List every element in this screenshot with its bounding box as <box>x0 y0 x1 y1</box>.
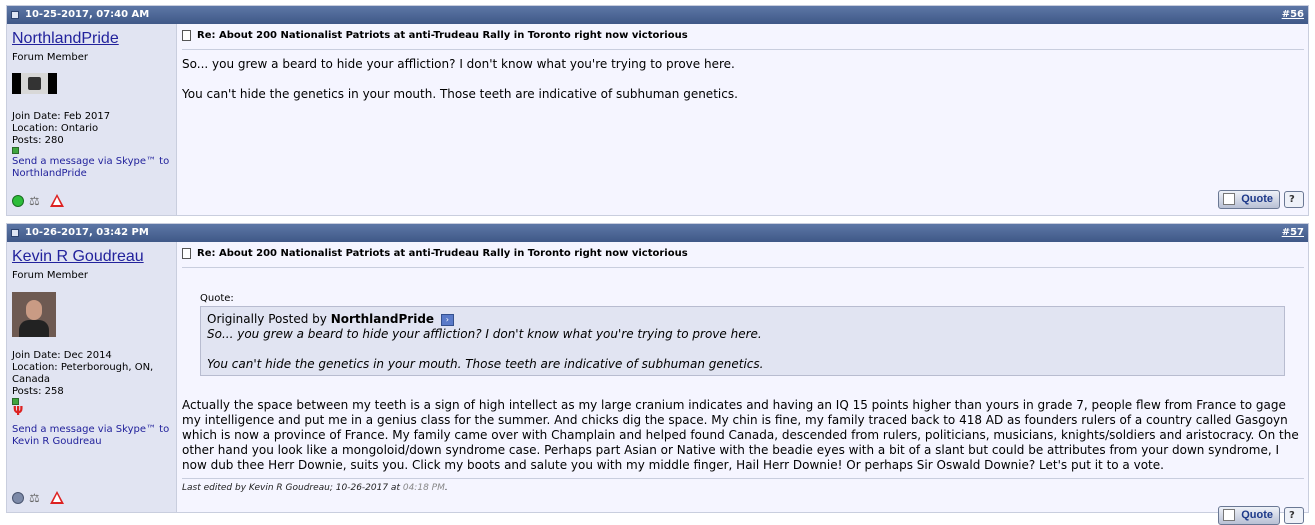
quote-button[interactable]: Quote <box>1218 190 1280 209</box>
reputation-icon[interactable]: ⚖ <box>29 195 45 207</box>
post-document-icon <box>182 248 191 259</box>
post-body-line: now dub thee Herr Downie, suits you. Cli… <box>182 458 1164 472</box>
user-sidebar: Kevin R Goudreau Forum Member Join Date:… <box>7 242 177 512</box>
post-content: Re: About 200 Nationalist Patriots at an… <box>177 242 1308 525</box>
divider <box>182 267 1304 268</box>
last-edited-note: Last edited by Kevin R Goudreau; 10-26-2… <box>182 483 448 493</box>
skype-link-line1: Send a message via Skype™ to <box>12 424 170 435</box>
user-sidebar: NorthlandPride Forum Member Join Date: F… <box>7 24 177 215</box>
post-body-line: You can't hide the genetics in your mout… <box>182 87 738 101</box>
avatar[interactable] <box>12 73 57 94</box>
report-post-icon[interactable] <box>50 491 64 504</box>
skype-link-line1: Send a message via Skype™ to <box>12 156 170 167</box>
post-date: 10-25-2017, 07:40 AM <box>25 9 150 20</box>
quote-pen-icon <box>1223 509 1236 521</box>
post-count: Posts: 280 <box>12 135 64 146</box>
post-title: Re: About 200 Nationalist Patriots at an… <box>182 30 688 41</box>
post-header: 10-26-2017, 03:42 PM #57 <box>7 224 1308 242</box>
divider <box>182 49 1304 50</box>
join-date: Join Date: Dec 2014 <box>12 350 112 361</box>
user-title: Forum Member <box>12 52 89 63</box>
post-buttons: Quote ? <box>1218 190 1304 209</box>
post-57: 10-26-2017, 03:42 PM #57 Kevin R Goudrea… <box>6 223 1309 525</box>
quote-box: Originally Posted by NorthlandPride › So… <box>200 306 1285 376</box>
post-number-link[interactable]: #56 <box>1282 6 1304 24</box>
post-icon <box>11 11 19 19</box>
user-icons: ⚖ <box>12 491 64 504</box>
post-body-line: So... you grew a beard to hide your affl… <box>182 57 735 71</box>
post-body-line: my intelligence and put me in a genius c… <box>182 413 1288 427</box>
reputation-icon[interactable]: ⚖ <box>29 492 45 504</box>
skype-link-line2: Kevin R Goudreau <box>12 436 102 447</box>
divider <box>182 478 1304 479</box>
post-title: Re: About 200 Nationalist Patriots at an… <box>182 248 688 259</box>
skype-link[interactable]: Send a message via Skype™ to Kevin R Gou… <box>12 424 169 448</box>
location: Location: Peterborough, ON, <box>12 362 154 373</box>
username-link[interactable]: NorthlandPride <box>12 30 119 48</box>
user-title: Forum Member <box>12 270 89 281</box>
post-count: Posts: 258 <box>12 386 64 397</box>
multi-quote-icon: ? <box>1289 510 1295 521</box>
skype-link[interactable]: Send a message via Skype™ to NorthlandPr… <box>12 156 169 180</box>
location-continued: Canada <box>12 374 51 385</box>
post-body-line: which is now a province of France. My fa… <box>182 428 1299 442</box>
quote-header: Originally Posted by NorthlandPride › <box>207 312 454 326</box>
avatar[interactable] <box>12 292 56 337</box>
online-status-icon <box>12 194 24 207</box>
skype-link-line2: NorthlandPride <box>12 168 87 179</box>
quote-button[interactable]: Quote <box>1218 506 1280 525</box>
post-document-icon <box>182 30 191 41</box>
multi-quote-icon: ? <box>1289 194 1295 205</box>
report-post-icon[interactable] <box>50 194 64 207</box>
join-date: Join Date: Feb 2017 <box>12 111 111 122</box>
multi-quote-button[interactable]: ? <box>1284 507 1304 524</box>
post-icon <box>11 229 19 237</box>
quote-author: NorthlandPride <box>330 312 435 326</box>
post-56: 10-25-2017, 07:40 AM #56 NorthlandPride … <box>6 5 1309 216</box>
post-body-line: other hand you look like a mongoloid/dow… <box>182 443 1280 457</box>
username-link[interactable]: Kevin R Goudreau <box>12 248 144 266</box>
post-number-link[interactable]: #57 <box>1282 224 1304 242</box>
post-body-line: Actually the space between my teeth is a… <box>182 398 1286 412</box>
post-date: 10-26-2017, 03:42 PM <box>25 227 149 238</box>
quote-label: Quote: <box>200 293 234 304</box>
quote-pen-icon <box>1223 193 1236 205</box>
quote-prefix: Originally Posted by <box>207 312 327 326</box>
post-content: Re: About 200 Nationalist Patriots at an… <box>177 24 1308 215</box>
view-post-icon[interactable]: › <box>440 313 454 326</box>
quote-line: You can't hide the genetics in your mout… <box>207 357 764 371</box>
quote-line: So... you grew a beard to hide your affl… <box>207 327 762 341</box>
post-title-text: Re: About 200 Nationalist Patriots at an… <box>197 248 688 259</box>
location: Location: Ontario <box>12 123 99 134</box>
post-header: 10-25-2017, 07:40 AM #56 <box>7 6 1308 24</box>
post-title-text: Re: About 200 Nationalist Patriots at an… <box>197 30 688 41</box>
award-icon: Ψ <box>13 404 24 418</box>
multi-quote-button[interactable]: ? <box>1284 191 1304 208</box>
skype-status-icon <box>12 147 19 154</box>
post-buttons: Quote ? <box>1218 506 1304 525</box>
offline-status-icon <box>12 491 24 504</box>
user-icons: ⚖ <box>12 194 64 207</box>
